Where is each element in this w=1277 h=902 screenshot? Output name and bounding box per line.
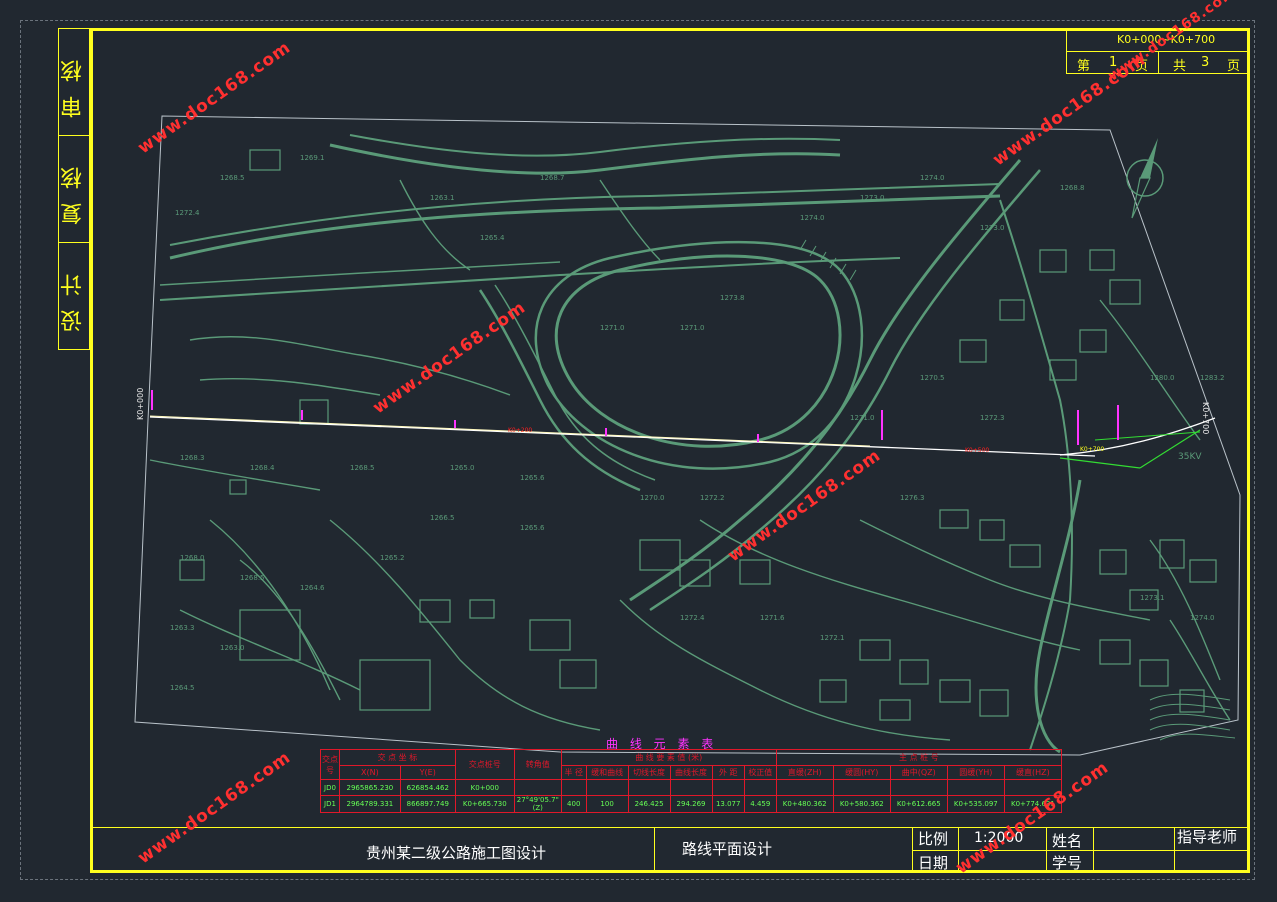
- col-header-curve-length: 曲线长度: [669, 765, 713, 781]
- col-header-y: Y(E): [399, 765, 456, 781]
- total-suffix: 页: [1227, 59, 1241, 74]
- col-header-x: X(N): [339, 765, 401, 781]
- col-header-spiral: 缓和曲线: [585, 765, 629, 781]
- col-header-hy: 缓圆(HY): [832, 765, 891, 781]
- curve-elements-table: 交点号 交 点 坐 标 交点桩号 转角值 曲 线 要 素 值 (米) 主 点 桩…: [320, 748, 1063, 814]
- col-header-zh: 直缓(ZH): [775, 765, 834, 781]
- page-prefix: 第: [1077, 59, 1091, 74]
- table-row: JD0 2965865.230 626854.462 K0+000: [320, 779, 1063, 796]
- scale-label: 比例: [918, 830, 949, 848]
- col-header-external: 外 距: [711, 765, 745, 781]
- student-id-label: 学号: [1052, 854, 1083, 872]
- col-header-station: 交点桩号: [454, 748, 515, 781]
- col-header-elements: 曲 线 要 素 值 (米): [560, 748, 777, 767]
- col-header-yh: 圆缓(YH): [946, 765, 1005, 781]
- bottom-title-block: 贵州某二级公路施工图设计 路线平面设计 比例 1:2000 日期 姓名 学号 指…: [90, 827, 1250, 873]
- col-header-qz: 曲中(QZ): [889, 765, 948, 781]
- col-header-main-points: 主 点 桩 号: [775, 748, 1063, 767]
- col-header-correction: 校正值: [743, 765, 777, 781]
- project-title: 贵州某二级公路施工图设计: [366, 844, 547, 862]
- sidebar-cell-review: 审核: [59, 29, 89, 136]
- approval-sidebar: 审核 复核 设计: [58, 28, 90, 350]
- teacher-label: 指导老师: [1177, 828, 1238, 846]
- name-label: 姓名: [1052, 832, 1083, 850]
- sidebar-cell-design: 设计: [61, 260, 86, 332]
- table-row: JD1 2964789.331 866897.749 K0+665.730 27…: [320, 794, 1063, 814]
- drawing-title: 路线平面设计: [682, 840, 773, 858]
- total-prefix: 共: [1173, 59, 1187, 74]
- col-header-tangent: 切线长度: [627, 765, 671, 781]
- date-label: 日期: [918, 854, 949, 872]
- col-header-coord: 交 点 坐 标: [339, 748, 456, 767]
- sidebar-cell-recheck: 复核: [59, 136, 89, 243]
- col-header-radius: 半 径: [560, 765, 587, 781]
- col-header-angle: 转角值: [513, 748, 562, 781]
- total-number: 3: [1201, 55, 1210, 70]
- col-header-num: 交点号: [320, 748, 340, 781]
- col-header-hz: 缓直(HZ): [1003, 765, 1063, 781]
